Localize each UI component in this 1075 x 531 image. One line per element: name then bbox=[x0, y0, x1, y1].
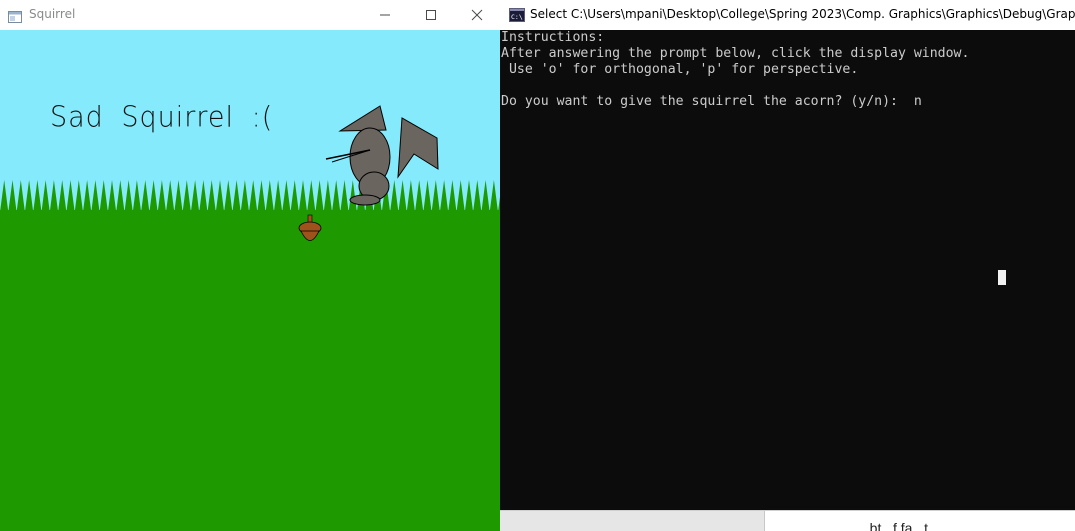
close-icon bbox=[471, 9, 483, 21]
acorn-drawing bbox=[298, 214, 322, 241]
window-title: Squirrel bbox=[29, 7, 76, 21]
scene-caption: Sad Squirrel :( bbox=[50, 101, 274, 134]
minimize-button[interactable] bbox=[362, 0, 408, 30]
console-output[interactable]: Instructions: After answering the prompt… bbox=[501, 30, 1073, 510]
grass-ground bbox=[0, 180, 500, 531]
console-prompt-line: Do you want to give the squirrel the aco… bbox=[501, 94, 922, 109]
squirrel-window[interactable]: Squirrel Sad Squirrel:( bbox=[0, 0, 500, 531]
svg-text:C:\: C:\ bbox=[511, 13, 523, 21]
text-cursor bbox=[998, 270, 1006, 285]
close-button[interactable] bbox=[454, 0, 500, 30]
desktop: Squirrel Sad Squirrel:(C:\ Select C:\U… bbox=[0, 0, 1075, 531]
app-window-icon bbox=[8, 8, 22, 23]
gl-canvas[interactable]: Sad Squirrel :( bbox=[0, 30, 500, 531]
console-line: Use 'o' for orthogonal, 'p' for perspect… bbox=[501, 62, 859, 77]
console-titlebar[interactable]: C:\ Select C:\Users\mpani\Desktop\Colleg… bbox=[500, 0, 1075, 30]
squirrel-titlebar[interactable]: Squirrel bbox=[0, 0, 500, 30]
console-window[interactable]: C:\ Select C:\Users\mpani\Desktop\Colleg… bbox=[500, 0, 1075, 510]
maximize-button[interactable] bbox=[408, 0, 454, 30]
console-line: After answering the prompt below, click … bbox=[501, 46, 970, 61]
console-app-icon: C:\ bbox=[509, 7, 525, 22]
minimize-icon bbox=[380, 14, 390, 16]
console-title: Select C:\Users\mpani\Desktop\College\Sp… bbox=[530, 7, 1075, 21]
squirrel-drawing bbox=[325, 105, 439, 206]
maximize-icon bbox=[426, 10, 436, 20]
console-line: Instructions: bbox=[501, 30, 605, 45]
background-window-text: ...bt...f fa...t... bbox=[858, 520, 940, 531]
